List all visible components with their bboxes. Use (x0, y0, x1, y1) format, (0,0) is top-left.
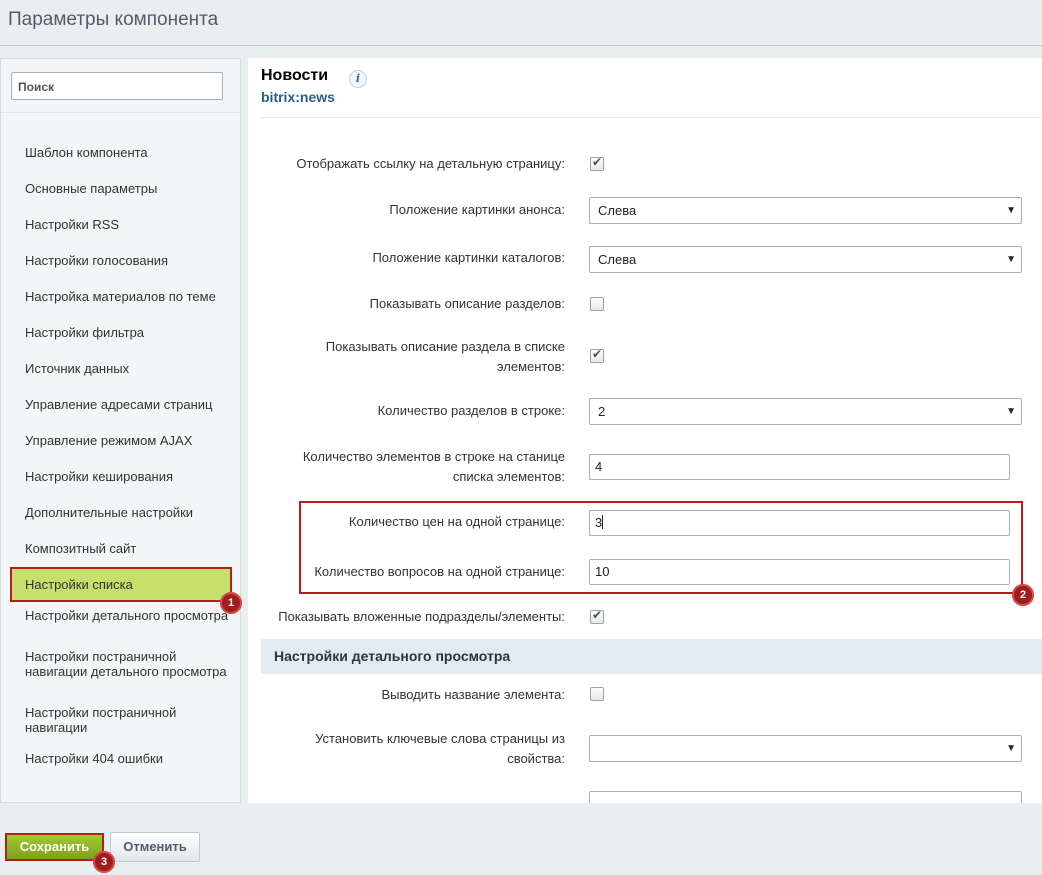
detail-link-label: Отображать ссылку на детальную страницу: (296, 156, 565, 171)
sidebar-item-pager[interactable]: Настройки постраничной навигации (25, 705, 230, 735)
info-icon[interactable]: i (349, 70, 367, 88)
catalog-picture-label: Положение картинки каталогов: (372, 250, 565, 265)
window-title: Параметры компонента (8, 9, 219, 30)
cancel-button[interactable]: Отменить (110, 832, 200, 862)
next-field-select[interactable] (589, 791, 1022, 803)
step-badge-1: 1 (220, 592, 242, 614)
chevron-down-icon: ▼ (1006, 743, 1016, 754)
show-section-desc-list-checkbox[interactable] (590, 347, 604, 363)
show-section-desc-label: Показывать описание разделов: (369, 296, 565, 311)
highlight-box (299, 501, 1023, 594)
search-input[interactable] (11, 72, 223, 100)
sidebar-item-cache[interactable]: Настройки кеширования (25, 469, 230, 484)
preview-picture-value: Слева (598, 203, 637, 218)
sidebar-item-additional[interactable]: Дополнительные настройки (25, 505, 230, 520)
sections-per-row-select[interactable]: 2 ▼ (589, 398, 1022, 425)
show-nested-checkbox[interactable] (590, 608, 604, 624)
main-panel: Новости i bitrix:news Отображать ссылку … (248, 58, 1042, 803)
preview-picture-label: Положение картинки анонса: (389, 202, 565, 217)
elements-per-row-input[interactable]: 4 (589, 454, 1010, 480)
step-badge-3: 3 (93, 851, 115, 873)
sidebar-divider (1, 112, 240, 113)
sidebar-item-voting[interactable]: Настройки голосования (25, 253, 230, 268)
component-title: Новости (261, 67, 329, 84)
chevron-down-icon: ▼ (1006, 254, 1016, 265)
sidebar-item-detail-view[interactable]: Настройки детального просмотра (25, 608, 230, 623)
component-code: bitrix:news (261, 89, 335, 105)
sidebar-item-detail-pager[interactable]: Настройки постраничной навигации детальн… (25, 649, 230, 679)
elements-per-row-label: Количество элементов в строке на станице… (302, 449, 565, 484)
sidebar-item-base-params[interactable]: Основные параметры (25, 181, 230, 196)
keywords-label: Установить ключевые слова страницы из св… (315, 731, 565, 766)
catalog-picture-value: Слева (598, 252, 637, 267)
keywords-select[interactable]: ▼ (589, 735, 1022, 762)
sidebar: Шаблон компонента Основные параметры Нас… (0, 58, 241, 803)
section-header-detail[interactable]: Настройки детального просмотра (261, 639, 1042, 674)
sidebar-item-composite[interactable]: Композитный сайт (25, 541, 230, 556)
sidebar-item-template[interactable]: Шаблон компонента (25, 145, 230, 160)
sidebar-item-ajax[interactable]: Управление режимом AJAX (25, 433, 230, 448)
sections-per-row-value: 2 (598, 404, 606, 419)
sidebar-item-sef[interactable]: Управление адресами страниц (25, 397, 230, 412)
sidebar-item-data-source[interactable]: Источник данных (25, 361, 230, 376)
detail-link-checkbox[interactable] (590, 155, 604, 171)
preview-picture-select[interactable]: Слева ▼ (589, 197, 1022, 224)
chevron-down-icon: ▼ (1006, 406, 1016, 417)
sidebar-item-related[interactable]: Настройка материалов по теме (25, 289, 230, 304)
show-name-label: Выводить название элемента: (381, 687, 565, 702)
sidebar-item-list-settings[interactable]: Настройки списка (10, 567, 232, 602)
show-name-checkbox[interactable] (590, 687, 604, 701)
sidebar-item-404[interactable]: Настройки 404 ошибки (25, 751, 230, 766)
window-titlebar: Параметры компонента (0, 0, 1042, 46)
step-badge-2: 2 (1012, 584, 1034, 606)
header-divider (261, 117, 1042, 118)
sections-per-row-label: Количество разделов в строке: (377, 403, 565, 418)
sidebar-item-filter[interactable]: Настройки фильтра (25, 325, 230, 340)
show-nested-label: Показывать вложенные подразделы/элементы… (278, 609, 565, 624)
show-section-desc-list-label: Показывать описание раздела в списке эле… (325, 339, 565, 374)
save-button[interactable]: Сохранить (5, 833, 104, 861)
chevron-down-icon: ▼ (1006, 205, 1016, 216)
catalog-picture-select[interactable]: Слева ▼ (589, 246, 1022, 273)
show-section-desc-checkbox[interactable] (590, 297, 604, 311)
sidebar-item-rss[interactable]: Настройки RSS (25, 217, 230, 232)
